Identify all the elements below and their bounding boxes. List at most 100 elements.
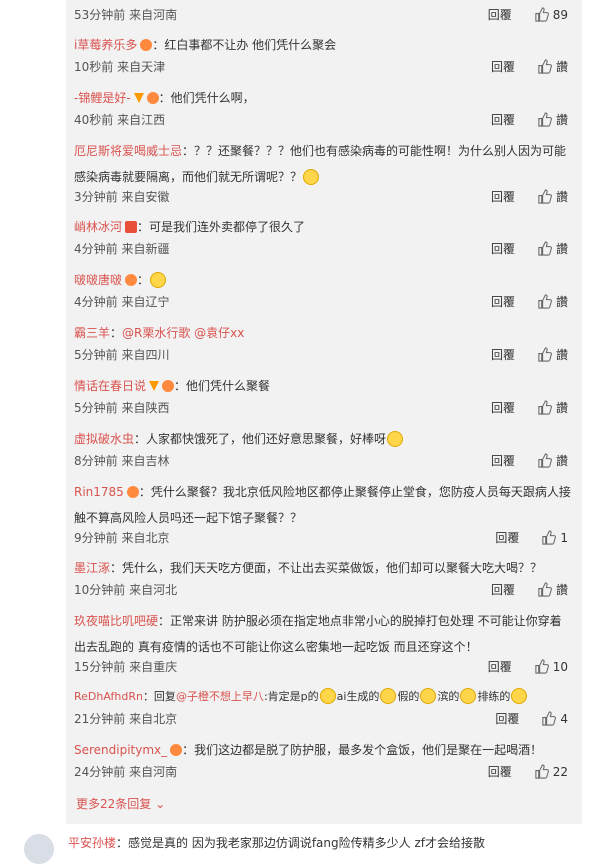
thumbs-up-icon	[538, 347, 552, 362]
username-link[interactable]: 峭林冰河	[74, 220, 122, 234]
like-button[interactable]: 讚	[537, 399, 568, 416]
username-link[interactable]: 平安孙楼	[68, 836, 116, 850]
reply-body-part: :肯定是p的	[263, 690, 319, 703]
reply-meta: 40秒前 来自江西	[74, 113, 166, 127]
like-button[interactable]: 讚	[537, 346, 568, 363]
reply-button[interactable]: 回覆	[488, 6, 512, 23]
like-count: 1	[560, 530, 568, 545]
username-link[interactable]: 厄尼斯将爱喝威士忌	[74, 144, 182, 158]
reply-meta: 10秒前 来自天津	[74, 60, 166, 74]
like-label: 讚	[555, 583, 568, 597]
reply-text: 峭林冰河 ：可是我们连外卖都停了很久了	[74, 214, 572, 240]
like-label: 讚	[555, 454, 568, 468]
badge-icon	[162, 380, 175, 392]
reply-meta: 24分钟前 来自河南	[74, 765, 178, 779]
username-link[interactable]: 墨江涿	[74, 561, 110, 575]
like-button[interactable]: 讚	[537, 240, 568, 257]
username-link[interactable]: Serendipitymx_	[74, 743, 167, 757]
reply-meta: 15分钟前 来自重庆	[74, 660, 178, 674]
reply-meta: 9分钟前 来自北京	[74, 531, 170, 545]
username-link[interactable]: ReDhAfhdRn	[74, 690, 143, 703]
reply-button[interactable]: 回覆	[495, 710, 519, 727]
reply-meta: 21分钟前 来自北京	[74, 712, 178, 726]
like-button[interactable]: 22	[534, 764, 568, 779]
username-link[interactable]: 霸三羊	[74, 326, 110, 340]
surprised-emoji-icon	[319, 688, 336, 704]
avatar[interactable]	[24, 834, 54, 864]
reply-text: ReDhAfhdRn：回复@子橙不想上早八:肯定是p的 ai生成的 假的 滨的 排练的	[74, 684, 572, 710]
reply-meta: 3分钟前 来自安徽	[74, 190, 170, 204]
reply-button[interactable]: 回覆	[488, 763, 512, 780]
thumbs-up-icon	[538, 59, 552, 74]
reply-text: 情话在春日说 ：他们凭什么聚餐	[74, 373, 572, 399]
grin-emoji-icon	[150, 272, 167, 288]
reply-text: 虚拟破水虫：人家都快饿死了，他们还好意思聚餐，好棒呀	[74, 426, 572, 452]
username-link[interactable]: 情话在春日说	[74, 379, 146, 393]
reply-text: 玖夜喵比叽吧硬：正常来讲 防护服必须在指定地点非常小心的脱掉打包处理 不可能让你…	[74, 608, 572, 660]
comment-text: ：感觉是真的 因为我老家那边仿调说fang险传精多少人 zf才会给接散	[116, 836, 485, 850]
like-button[interactable]: 讚	[537, 581, 568, 598]
reply-button[interactable]: 回覆	[491, 111, 515, 128]
reply-body: ：他们凭什么啊，	[158, 91, 255, 105]
mention-link[interactable]: @R栗水行歌 @袁仔xx	[122, 326, 244, 340]
parent-comment-footer: 53分钟前 来自河南 回覆 89	[66, 0, 582, 28]
mention-link[interactable]: @子橙不想上早八	[176, 690, 264, 703]
badge-icon	[126, 486, 139, 498]
like-button[interactable]: 1	[541, 530, 568, 545]
reply-body: ：我们这边都是脱了防护服，最多发个盒饭，他们是聚在一起喝酒！	[182, 743, 543, 757]
reply-meta: 4分钟前 来自新疆	[74, 242, 170, 256]
like-count: 10	[552, 659, 568, 674]
reply-body: ：红白事都不让办 他们凭什么聚会	[152, 38, 337, 52]
username-link[interactable]: -锦鲤是好-	[74, 91, 131, 105]
reply-button[interactable]: 回覆	[491, 581, 515, 598]
reply-meta: 5分钟前 来自陕西	[74, 401, 170, 415]
reply-text: Serendipitymx_ ：我们这边都是脱了防护服，最多发个盒饭，他们是聚在一…	[74, 737, 572, 763]
like-button[interactable]: 讚	[537, 188, 568, 205]
comment-replies-panel: 53分钟前 来自河南 回覆 89 i草莓养乐多 ：红白事都不让办 他们凭什么聚会 …	[66, 0, 582, 824]
reply-body: ：可是我们连外卖都停了很久了	[137, 220, 306, 234]
like-label: 讚	[555, 60, 568, 74]
username-link[interactable]: 玖夜喵比叽吧硬	[74, 614, 158, 628]
badge-icon	[140, 39, 153, 51]
more-replies-label: 更多22条回复	[76, 797, 152, 811]
thumbs-up-icon	[538, 400, 552, 415]
like-button[interactable]: 讚	[537, 452, 568, 469]
like-count: 89	[552, 7, 568, 22]
like-button[interactable]: 10	[534, 659, 568, 674]
reply-button[interactable]: 回覆	[491, 188, 515, 205]
reply-button[interactable]: 回覆	[488, 658, 512, 675]
username-link[interactable]: Rin1785	[74, 485, 124, 499]
more-replies-link[interactable]: 更多22条回复 ⌄	[76, 795, 165, 812]
reply-button[interactable]: 回覆	[491, 240, 515, 257]
reply-button[interactable]: 回覆	[491, 293, 515, 310]
reply-button[interactable]: 回覆	[491, 58, 515, 75]
thumbs-up-icon	[538, 189, 552, 204]
reply-body-part: 滨的	[437, 690, 460, 703]
reply-button[interactable]: 回覆	[491, 346, 515, 363]
like-label: 讚	[555, 348, 568, 362]
thumbs-up-icon	[542, 711, 557, 726]
surprised-emoji-icon	[387, 431, 404, 447]
username-link[interactable]: 虚拟破水虫	[74, 432, 134, 446]
reply-body: ：	[110, 326, 123, 340]
like-label: 讚	[555, 190, 568, 204]
reply-button[interactable]: 回覆	[491, 452, 515, 469]
reply-text: Rin1785 ：凭什么聚餐？我北京低风险地区都停止聚餐停止堂食，您防疫人员每天跟…	[74, 479, 572, 531]
like-button[interactable]: 讚	[537, 58, 568, 75]
like-button[interactable]: 4	[541, 711, 568, 726]
reply-body: ：凭什么，我们天天吃方便面，不让出去买菜做饭，他们却可以聚餐大吃大喝？？	[110, 561, 543, 575]
thumbs-up-icon	[538, 294, 552, 309]
like-button[interactable]: 89	[534, 7, 568, 22]
smile-emoji-icon	[303, 169, 320, 185]
thumbs-up-icon	[538, 241, 552, 256]
thumbs-up-icon	[538, 453, 552, 468]
username-link[interactable]: 啵啵唐啵	[74, 273, 122, 287]
reply-body-part: ai生成的	[336, 690, 380, 703]
chevron-down-icon: ⌄	[155, 797, 166, 811]
reply-button[interactable]: 回覆	[491, 399, 515, 416]
reply-button[interactable]: 回覆	[495, 529, 519, 546]
thumbs-up-icon	[538, 112, 552, 127]
like-button[interactable]: 讚	[537, 293, 568, 310]
like-button[interactable]: 讚	[537, 111, 568, 128]
username-link[interactable]: i草莓养乐多	[74, 38, 137, 52]
